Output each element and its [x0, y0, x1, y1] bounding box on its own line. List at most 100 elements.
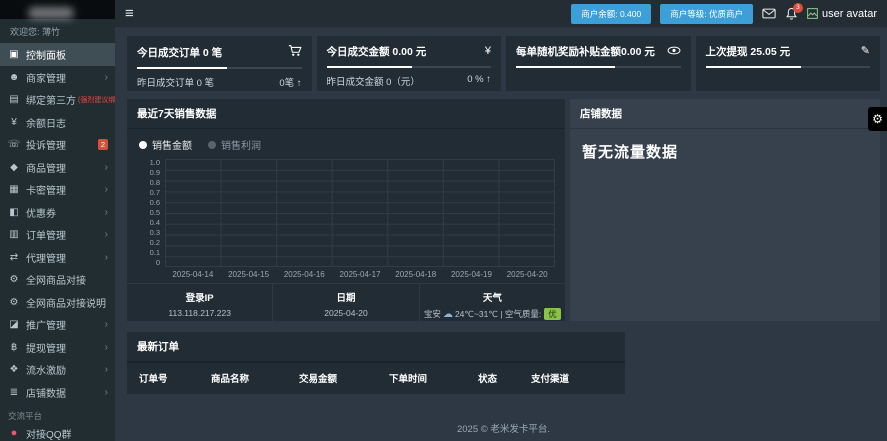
chevron-right-icon: › — [105, 387, 108, 398]
sidebar-item-label: 代理管理 — [26, 250, 66, 265]
id-card-icon: ▤ — [7, 94, 21, 105]
sidebar-item-label: 优惠券 — [26, 205, 56, 220]
no-traffic-text: 暂无流量数据 — [570, 129, 880, 174]
sidebar-item-label: 推广管理 — [26, 317, 66, 332]
column-status: 状态 — [478, 371, 531, 385]
bag-icon: ◆ — [7, 162, 21, 173]
date-label: 日期 — [275, 290, 416, 304]
x-tick: 2025-04-18 — [388, 270, 444, 279]
sidebar-item-complaints[interactable]: ☏ 投诉管理 2 — [0, 133, 115, 156]
legend-label: 销售利润 — [221, 137, 261, 152]
sidebar-item-orders[interactable]: ▥ 订单管理 › — [0, 223, 115, 246]
y-tick: 0.8 — [150, 179, 160, 187]
complaints-badge: 2 — [98, 139, 108, 150]
topbar-right: 商户余额: 0.400 商户等级: 优质商户 3 user avatar — [571, 4, 877, 24]
sidebar-item-flow-incentive[interactable]: ❖ 流水激励 › — [0, 358, 115, 381]
notifications-icon[interactable]: 3 — [785, 7, 798, 21]
weather-cell: 天气 宝安☁24℃~31℃ | 空气质量:优 — [420, 284, 565, 328]
x-tick: 2025-04-15 — [221, 270, 277, 279]
merchant-level-button[interactable]: 商户等级: 优质商户 — [660, 4, 753, 24]
chart-plot-area — [165, 159, 555, 267]
logo-blur — [28, 7, 74, 19]
y-tick: 0.3 — [150, 229, 160, 237]
phone-icon: ☏ — [7, 139, 21, 150]
monitor-icon: ▣ — [7, 49, 21, 60]
sidebar-item-label: 控制面板 — [26, 47, 66, 62]
chevron-right-icon: › — [105, 229, 108, 240]
y-tick: 0.6 — [150, 199, 160, 207]
cloud-icon: ☁ — [443, 309, 453, 320]
legend-sales-profit[interactable]: 销售利润 — [208, 137, 261, 152]
sidebar-item-label: 余额日志 — [26, 115, 66, 130]
chevron-right-icon: › — [105, 162, 108, 173]
legend-dot — [208, 141, 216, 149]
sidebar-item-label: 流水激励 — [26, 362, 66, 377]
chevron-right-icon: › — [105, 72, 108, 83]
stat-title: 今日成交金额 0.00 元 — [327, 44, 427, 59]
legend-dot — [139, 141, 147, 149]
sidebar-item-balance-log[interactable]: ¥ 余额日志 — [0, 111, 115, 134]
chevron-right-icon: › — [105, 184, 108, 195]
column-order-time: 下单时间 — [389, 371, 478, 385]
bind-hint-text: (强烈建议绑定) — [78, 95, 115, 105]
stat-card-subsidy: 每单随机奖励补贴金额0.00 元 — [506, 36, 691, 91]
x-tick: 2025-04-20 — [499, 270, 555, 279]
swap-icon: ⇄ — [7, 252, 21, 263]
settings-gear-button[interactable]: ⚙ — [868, 107, 887, 131]
sidebar-item-card-keys[interactable]: ▦ 卡密管理 › — [0, 178, 115, 201]
messages-icon[interactable] — [762, 8, 776, 19]
list-chart-icon: ▥ — [7, 229, 21, 240]
shop-data-panel: 店铺数据 暂无流量数据 — [570, 99, 880, 321]
legend-sales-amount[interactable]: 销售金额 — [139, 137, 192, 152]
chevron-right-icon: › — [105, 364, 108, 375]
sidebar-item-label: 商家管理 — [26, 70, 66, 85]
sidebar-item-qq-group[interactable]: ● 对接QQ群 — [0, 425, 115, 441]
sidebar-item-products[interactable]: ◆ 商品管理 › — [0, 156, 115, 179]
stat-sub-right: 0 % ↑ — [467, 74, 491, 88]
progress-track — [327, 66, 492, 68]
sidebar-item-network-products[interactable]: ⚙ 全网商品对接 — [0, 268, 115, 291]
sidebar-item-network-products-guide[interactable]: ⚙ 全网商品对接说明 — [0, 291, 115, 314]
menu-toggle-icon[interactable]: ≡ — [125, 6, 134, 21]
chart-panel-title: 最近7天销售数据 — [127, 99, 565, 129]
database-icon: ≣ — [7, 387, 21, 398]
sales-chart-panel: 最近7天销售数据 销售金额 销售利润 1.0 0.9 0.8 0.7 0.6 0… — [127, 99, 565, 321]
column-pay-channel: 支付渠道 — [531, 371, 613, 385]
notifications-badge: 3 — [793, 3, 803, 13]
x-tick: 2025-04-19 — [444, 270, 500, 279]
sidebar-item-withdrawal[interactable]: ฿ 提现管理 › — [0, 336, 115, 359]
progress-fill — [137, 67, 227, 69]
progress-track — [706, 66, 871, 68]
sidebar-item-agents[interactable]: ⇄ 代理管理 › — [0, 246, 115, 269]
avatar[interactable]: user avatar — [807, 8, 877, 20]
sidebar-item-label: 订单管理 — [26, 227, 66, 242]
sidebar-item-promotion[interactable]: ◪ 推广管理 › — [0, 313, 115, 336]
sidebar-item-bind-third-party[interactable]: ▤ 绑定第三方 (强烈建议绑定) — [0, 88, 115, 111]
sidebar-item-label: 店铺数据 — [26, 385, 66, 400]
sidebar-item-label: 绑定第三方 — [26, 92, 76, 107]
sidebar-item-merchants[interactable]: ☻ 商家管理 › — [0, 66, 115, 89]
stat-sub-right: 0笔 ↑ — [279, 75, 301, 89]
sidebar-item-dashboard[interactable]: ▣ 控制面板 — [0, 43, 115, 66]
chevron-right-icon: › — [105, 252, 108, 263]
pencil-icon: ✎ — [861, 46, 870, 57]
stat-card-last-withdrawal: 上次提现 25.05 元 ✎ — [696, 36, 881, 91]
main-area: ≡ 商户余额: 0.400 商户等级: 优质商户 3 user avatar — [115, 0, 887, 441]
yen-icon: ¥ — [485, 46, 491, 57]
sidebar-item-label: 卡密管理 — [26, 182, 66, 197]
ticket-icon: ◧ — [7, 207, 21, 218]
stat-title: 今日成交订单 0 笔 — [137, 45, 222, 60]
sidebar-item-coupons[interactable]: ◧ 优惠券 › — [0, 201, 115, 224]
sidebar-item-shop-data[interactable]: ≣ 店铺数据 › — [0, 381, 115, 404]
merchant-balance-button[interactable]: 商户余额: 0.400 — [571, 4, 651, 24]
y-tick: 0.9 — [150, 169, 160, 177]
content: 今日成交订单 0 笔 昨日成交订单 0 笔 0笔 ↑ 今日成交金额 0.00 元 — [115, 27, 887, 441]
bitcoin-icon: ฿ — [7, 342, 21, 353]
x-tick: 2025-04-17 — [332, 270, 388, 279]
eye-icon — [667, 46, 681, 58]
shop-panel-title: 店铺数据 — [570, 99, 880, 129]
sidebar-item-label: 对接QQ群 — [26, 426, 72, 441]
y-tick: 0.2 — [150, 239, 160, 247]
y-tick: 0.7 — [150, 189, 160, 197]
orders-table-header: 订单号 商品名称 交易金额 下单时间 状态 支付渠道 — [127, 362, 625, 394]
